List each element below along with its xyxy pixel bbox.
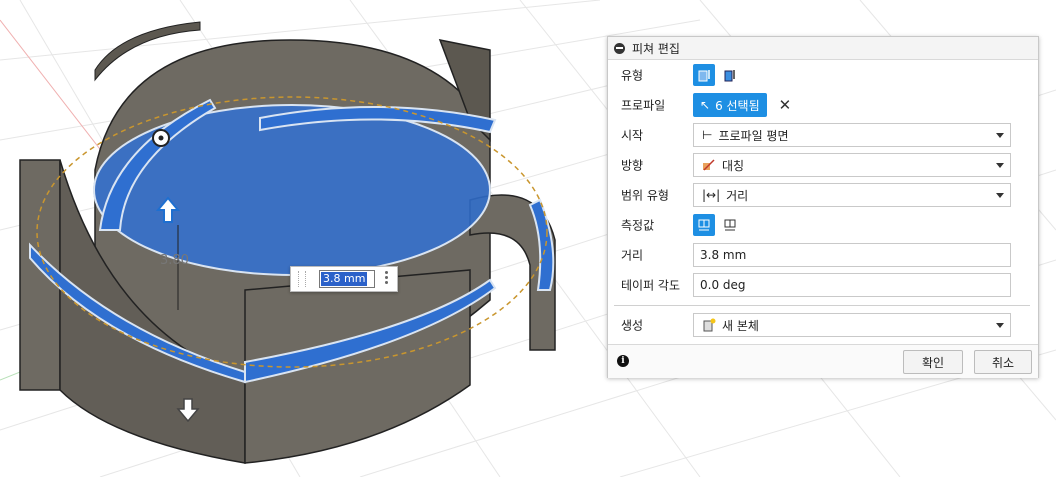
symmetric-icon — [702, 158, 716, 172]
edit-feature-panel: 피쳐 편집 유형 프로파일 ↖ 6 선택됨 ✕ 시작 ⊢ 프로파일 평면 방향 … — [607, 36, 1039, 378]
measure-label: 측정값 — [621, 218, 655, 233]
extent-type-value: 거리 — [726, 188, 749, 203]
collapse-icon[interactable] — [614, 42, 625, 54]
operation-label: 생성 — [621, 318, 644, 333]
new-body-icon — [702, 318, 716, 332]
info-icon[interactable]: i — [617, 355, 629, 367]
distance-label: 거리 — [621, 248, 644, 263]
profile-label: 프로파일 — [621, 98, 666, 113]
direction-row: 방향 대칭 — [608, 151, 1038, 179]
distance-row: 거리 3.8 mm — [608, 241, 1038, 269]
extrude-icon[interactable] — [693, 64, 715, 86]
operation-select[interactable]: 새 본체 — [693, 313, 1011, 337]
ok-button[interactable]: 확인 — [903, 350, 963, 374]
chevron-down-icon — [996, 193, 1004, 198]
cursor-icon: ↖ — [700, 98, 711, 112]
start-plane-icon: ⊢ — [702, 128, 713, 142]
extent-type-row: 범위 유형 |↔| 거리 — [608, 181, 1038, 209]
dimension-input-value: 3.8 mm — [321, 272, 368, 286]
operation-value: 새 본체 — [722, 318, 759, 333]
taper-row: 테이퍼 각도 0.0 deg — [608, 271, 1038, 299]
distance-input[interactable]: 3.8 mm — [693, 243, 1011, 267]
measurement-row: 측정값 — [608, 211, 1038, 239]
dimension-label: 3.80 — [160, 253, 189, 268]
profile-row: 프로파일 ↖ 6 선택됨 ✕ — [608, 91, 1038, 119]
direction-label: 방향 — [621, 158, 644, 173]
distance-icon: |↔| — [702, 188, 721, 202]
panel-header[interactable]: 피쳐 편집 — [608, 37, 1038, 60]
start-row: 시작 ⊢ 프로파일 평면 — [608, 121, 1038, 149]
extent-type-label: 범위 유형 — [621, 188, 669, 203]
taper-input[interactable]: 0.0 deg — [693, 273, 1011, 297]
cancel-button[interactable]: 취소 — [974, 350, 1032, 374]
chevron-down-icon — [996, 163, 1004, 168]
type-row: 유형 — [608, 61, 1038, 89]
thin-extrude-icon[interactable] — [719, 64, 741, 86]
panel-footer: i 확인 취소 — [608, 344, 1038, 378]
type-label: 유형 — [621, 68, 644, 83]
close-icon[interactable]: ✕ — [779, 96, 792, 114]
start-label: 시작 — [621, 128, 644, 143]
start-value: 프로파일 평면 — [718, 128, 789, 143]
more-icon[interactable] — [385, 271, 388, 286]
drag-grip[interactable] — [298, 271, 306, 287]
direction-select[interactable]: 대칭 — [693, 153, 1011, 177]
chevron-down-icon — [996, 323, 1004, 328]
profile-selection-count: 6 선택됨 — [715, 98, 760, 113]
extent-type-select[interactable]: |↔| 거리 — [693, 183, 1011, 207]
chevron-down-icon — [996, 133, 1004, 138]
dimension-input-box[interactable]: 3.8 mm — [290, 266, 398, 292]
half-length-icon[interactable] — [693, 214, 715, 236]
operation-row: 생성 새 본체 — [608, 311, 1038, 339]
taper-label: 테이퍼 각도 — [621, 278, 681, 293]
start-select[interactable]: ⊢ 프로파일 평면 — [693, 123, 1011, 147]
direction-value: 대칭 — [722, 158, 745, 173]
whole-length-icon[interactable] — [719, 214, 741, 236]
dimension-input[interactable]: 3.8 mm — [319, 270, 375, 288]
profile-select-button[interactable]: ↖ 6 선택됨 — [693, 93, 767, 117]
divider — [614, 305, 1030, 306]
panel-title: 피쳐 편집 — [632, 41, 680, 56]
